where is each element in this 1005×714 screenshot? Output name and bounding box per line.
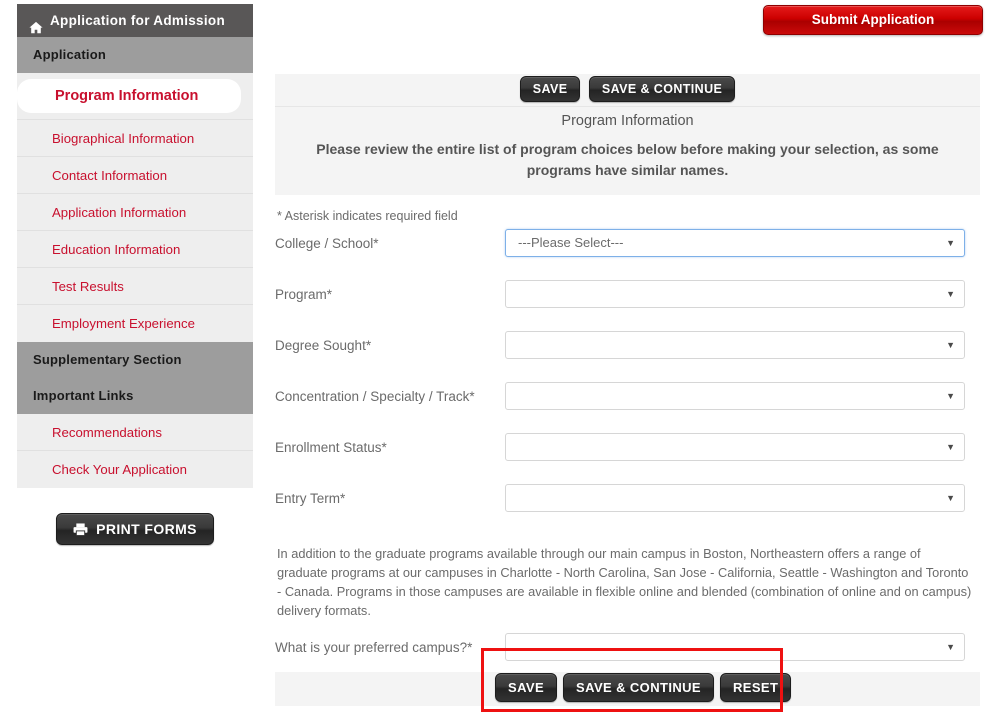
sidebar-header: Application for Admission	[17, 4, 253, 37]
field-label: Degree Sought*	[275, 338, 372, 353]
chevron-down-icon: ▼	[946, 442, 955, 452]
save-label: SAVE	[532, 82, 568, 96]
sidebar-section-supplementary[interactable]: Supplementary Section	[17, 342, 253, 378]
field-row-program: Program* ▼	[275, 280, 980, 331]
sidebar-section-application[interactable]: Application	[17, 37, 253, 73]
field-label: College / School*	[275, 236, 379, 251]
sidebar-item-program-information[interactable]: Program Information	[17, 79, 241, 113]
sidebar-item-employment-experience[interactable]: Employment Experience	[17, 305, 253, 342]
save-and-continue-label: SAVE & CONTINUE	[601, 82, 723, 96]
field-row-college-school: College / School* ---Please Select--- ▼	[275, 229, 980, 280]
sidebar-item-label: Biographical Information	[52, 131, 195, 146]
page-title: Program Information	[561, 113, 694, 129]
field-row-entry-term: Entry Term* ▼	[275, 484, 980, 535]
save-label: SAVE	[508, 680, 545, 695]
field-row-concentration: Concentration / Specialty / Track* ▼	[275, 382, 980, 433]
sidebar-item-application-information[interactable]: Application Information	[17, 194, 253, 231]
top-toolbar: SAVE SAVE & CONTINUE	[275, 74, 980, 107]
sidebar-item-recommendations[interactable]: Recommendations	[17, 414, 253, 451]
main-content: SAVE SAVE & CONTINUE Program Information…	[275, 74, 980, 684]
sidebar-item-check-your-application[interactable]: Check Your Application	[17, 451, 253, 488]
print-forms-label: PRINT FORMS	[96, 521, 197, 537]
chevron-down-icon: ▼	[946, 289, 955, 299]
chevron-down-icon: ▼	[946, 493, 955, 503]
panel-header: Program Information Please review the en…	[275, 107, 980, 195]
sidebar-item-program-information-wrap: Program Information	[17, 73, 253, 120]
field-label: What is your preferred campus?*	[275, 639, 473, 655]
save-button-top[interactable]: SAVE	[519, 76, 581, 102]
print-forms-wrap: PRINT FORMS	[17, 513, 253, 545]
program-select[interactable]: ▼	[505, 280, 965, 308]
sidebar-header-title: Application for Admission	[50, 13, 226, 28]
chevron-down-icon: ▼	[946, 340, 955, 350]
save-button-bottom[interactable]: SAVE	[495, 673, 558, 702]
chevron-down-icon: ▼	[946, 391, 955, 401]
chevron-down-icon: ▼	[946, 641, 955, 652]
submit-application-button[interactable]: Submit Application	[763, 5, 983, 35]
concentration-select[interactable]: ▼	[505, 382, 965, 410]
sidebar: Application for Admission Application Pr…	[17, 4, 253, 545]
save-and-continue-label: SAVE & CONTINUE	[576, 680, 701, 695]
field-row-degree-sought: Degree Sought* ▼	[275, 331, 980, 382]
asterisk-note: * Asterisk indicates required field	[277, 209, 458, 223]
sidebar-nav-list: Program Information Biographical Informa…	[17, 73, 253, 342]
save-and-continue-button-top[interactable]: SAVE & CONTINUE	[588, 76, 736, 102]
reset-label: RESET	[732, 680, 779, 695]
submit-application-label: Submit Application	[811, 12, 935, 27]
select-value: ---Please Select---	[518, 235, 624, 250]
save-and-continue-button-bottom[interactable]: SAVE & CONTINUE	[563, 673, 714, 702]
field-row-enrollment-status: Enrollment Status* ▼	[275, 433, 980, 484]
sidebar-item-label: Program Information	[55, 88, 199, 104]
sidebar-item-label: Application Information	[52, 205, 187, 220]
panel-notice: Please review the entire list of program…	[316, 141, 939, 178]
sidebar-links-list: Recommendations Check Your Application	[17, 414, 253, 488]
sidebar-item-test-results[interactable]: Test Results	[17, 268, 253, 305]
sidebar-section-important-links[interactable]: Important Links	[17, 378, 253, 414]
application-page: Application for Admission Application Pr…	[0, 0, 1005, 714]
field-label: Concentration / Specialty / Track*	[275, 389, 475, 404]
sidebar-item-label: Recommendations	[52, 425, 162, 440]
printer-icon	[73, 522, 88, 536]
bottom-button-group: SAVE SAVE & CONTINUE RESET	[495, 673, 792, 702]
college-school-select[interactable]: ---Please Select--- ▼	[505, 229, 965, 257]
enrollment-status-select[interactable]: ▼	[505, 433, 965, 461]
sidebar-item-biographical-information[interactable]: Biographical Information	[17, 120, 253, 157]
sidebar-item-label: Education Information	[52, 242, 181, 257]
sidebar-item-label: Test Results	[52, 279, 124, 294]
entry-term-select[interactable]: ▼	[505, 484, 965, 512]
sidebar-item-label: Contact Information	[52, 168, 168, 183]
sidebar-item-education-information[interactable]: Education Information	[17, 231, 253, 268]
field-label: Program*	[275, 287, 333, 302]
reset-button[interactable]: RESET	[719, 673, 792, 702]
chevron-down-icon: ▼	[946, 238, 955, 248]
degree-sought-select[interactable]: ▼	[505, 331, 965, 359]
campus-note: In addition to the graduate programs ava…	[277, 546, 972, 618]
home-icon	[29, 14, 43, 33]
preferred-campus-select[interactable]: ▼	[505, 632, 965, 661]
field-label: Entry Term*	[275, 491, 346, 506]
sidebar-item-contact-information[interactable]: Contact Information	[17, 157, 253, 194]
sidebar-item-label: Check Your Application	[52, 462, 187, 477]
print-forms-button[interactable]: PRINT FORMS	[56, 513, 214, 545]
field-label: Enrollment Status*	[275, 440, 387, 455]
sidebar-item-label: Employment Experience	[52, 316, 195, 331]
